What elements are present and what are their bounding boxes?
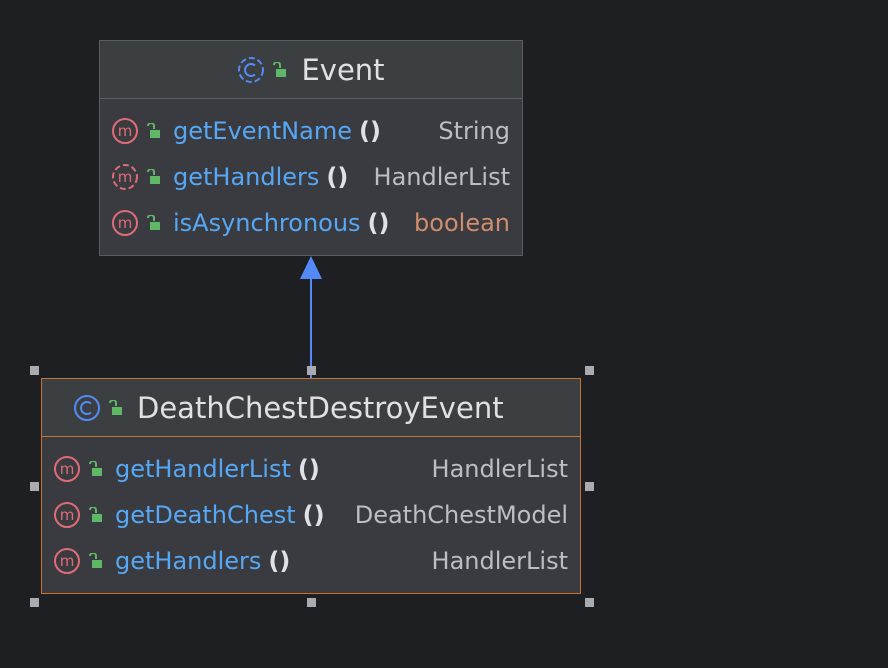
method-name: getHandlerList bbox=[115, 455, 291, 483]
method-parens: () bbox=[326, 163, 349, 191]
return-type: HandlerList bbox=[431, 547, 568, 575]
public-visibility-icon bbox=[147, 215, 160, 230]
public-visibility-icon bbox=[89, 507, 102, 522]
method-parens: () bbox=[268, 547, 291, 575]
resize-handle-top-middle[interactable] bbox=[307, 366, 316, 375]
resize-handle-top-right[interactable] bbox=[585, 366, 594, 375]
method-row[interactable]: m getDeathChest () DeathChestModel bbox=[42, 492, 580, 538]
svg-text:m: m bbox=[60, 506, 75, 524]
abstract-class-icon bbox=[238, 56, 265, 83]
resize-handle-middle-left[interactable] bbox=[30, 482, 39, 491]
method-icon: m bbox=[54, 502, 80, 528]
return-type: boolean bbox=[414, 209, 510, 237]
svg-text:m: m bbox=[60, 552, 75, 570]
svg-text:m: m bbox=[60, 460, 75, 478]
method-row[interactable]: m getEventName () String bbox=[100, 108, 522, 154]
method-row[interactable]: m getHandlerList () HandlerList bbox=[42, 446, 580, 492]
class-name: Event bbox=[301, 52, 385, 87]
svg-text:m: m bbox=[118, 214, 133, 232]
method-icon: m bbox=[54, 548, 80, 574]
resize-handle-bottom-left[interactable] bbox=[30, 598, 39, 607]
class-box-event[interactable]: Event m getEventName () String m getHand… bbox=[99, 40, 523, 256]
resize-handle-bottom-right[interactable] bbox=[585, 598, 594, 607]
class-header: DeathChestDestroyEvent bbox=[42, 379, 580, 437]
return-type: HandlerList bbox=[373, 163, 510, 191]
method-name: isAsynchronous bbox=[173, 209, 361, 237]
public-visibility-icon bbox=[147, 169, 160, 184]
method-icon: m bbox=[112, 118, 138, 144]
method-row[interactable]: m isAsynchronous () boolean bbox=[100, 200, 522, 246]
return-type: HandlerList bbox=[431, 455, 568, 483]
return-type: String bbox=[438, 117, 510, 145]
public-visibility-icon bbox=[147, 123, 160, 138]
method-list: m getEventName () String m getHandlers (… bbox=[100, 99, 522, 246]
method-row[interactable]: m getHandlers () HandlerList bbox=[100, 154, 522, 200]
public-visibility-icon bbox=[89, 553, 102, 568]
method-icon: m bbox=[112, 210, 138, 236]
public-visibility-icon bbox=[273, 61, 287, 77]
svg-text:m: m bbox=[118, 168, 133, 186]
resize-handle-middle-right[interactable] bbox=[585, 482, 594, 491]
method-parens: () bbox=[302, 501, 325, 529]
class-name: DeathChestDestroyEvent bbox=[137, 390, 504, 425]
method-name: getHandlers bbox=[173, 163, 320, 191]
class-icon bbox=[74, 394, 100, 421]
resize-handle-top-left[interactable] bbox=[30, 366, 39, 375]
method-parens: () bbox=[297, 455, 320, 483]
method-name: getDeathChest bbox=[115, 501, 296, 529]
svg-text:m: m bbox=[118, 122, 133, 140]
method-parens: () bbox=[358, 117, 381, 145]
public-visibility-icon bbox=[109, 399, 122, 415]
abstract-method-icon: m bbox=[112, 164, 138, 190]
method-icon: m bbox=[54, 456, 80, 482]
resize-handle-bottom-middle[interactable] bbox=[307, 598, 316, 607]
method-parens: () bbox=[367, 209, 390, 237]
method-list: m getHandlerList () HandlerList m getDea… bbox=[42, 437, 580, 584]
method-name: getHandlers bbox=[115, 547, 262, 575]
return-type: DeathChestModel bbox=[354, 501, 568, 529]
method-row[interactable]: m getHandlers () HandlerList bbox=[42, 538, 580, 584]
method-name: getEventName bbox=[173, 117, 352, 145]
class-box-death-chest-destroy-event[interactable]: DeathChestDestroyEvent m getHandlerList … bbox=[41, 378, 581, 594]
class-header: Event bbox=[100, 41, 522, 99]
public-visibility-icon bbox=[89, 461, 102, 476]
